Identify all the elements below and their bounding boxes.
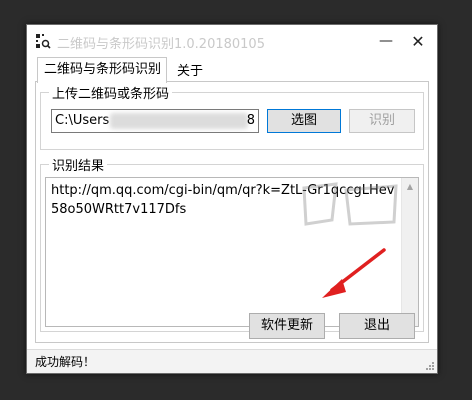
window-title: 二维码与条形码识别1.0.20180105 — [57, 37, 265, 52]
image-path-input[interactable]: C:\Users 8 — [51, 109, 259, 133]
close-button[interactable]: ✕ — [403, 29, 433, 53]
tab-strip: 二维码与条形码识别 关于 — [35, 57, 429, 83]
select-image-button[interactable]: 选图 — [267, 109, 341, 133]
close-icon: ✕ — [411, 31, 425, 51]
title-bar[interactable]: 二维码与条形码识别1.0.20180105 — ✕ — [27, 25, 437, 57]
status-text: 成功解码！ — [35, 355, 96, 369]
recognize-button[interactable]: 识别 — [349, 109, 415, 133]
redacted-path-mask — [110, 113, 248, 129]
exit-button[interactable]: 退出 — [339, 313, 415, 339]
minimize-icon: — — [379, 33, 393, 49]
resize-grip-icon[interactable] — [425, 361, 435, 371]
path-prefix: C:\Users — [55, 113, 110, 128]
tab-qr-barcode-recognition[interactable]: 二维码与条形码识别 — [37, 57, 167, 83]
status-bar: 成功解码！ — [27, 349, 437, 373]
minimize-button[interactable]: — — [371, 29, 401, 53]
result-group-legend: 识别结果 — [49, 155, 108, 174]
qr-scan-app-icon — [36, 34, 51, 49]
software-update-button[interactable]: 软件更新 — [249, 313, 325, 339]
upload-group-legend: 上传二维码或条形码 — [49, 83, 173, 102]
path-suffix: 8 — [246, 113, 255, 128]
watermark-logo-icon — [302, 182, 398, 226]
upload-group: 上传二维码或条形码 C:\Users 8 选图 识别 — [40, 83, 424, 150]
